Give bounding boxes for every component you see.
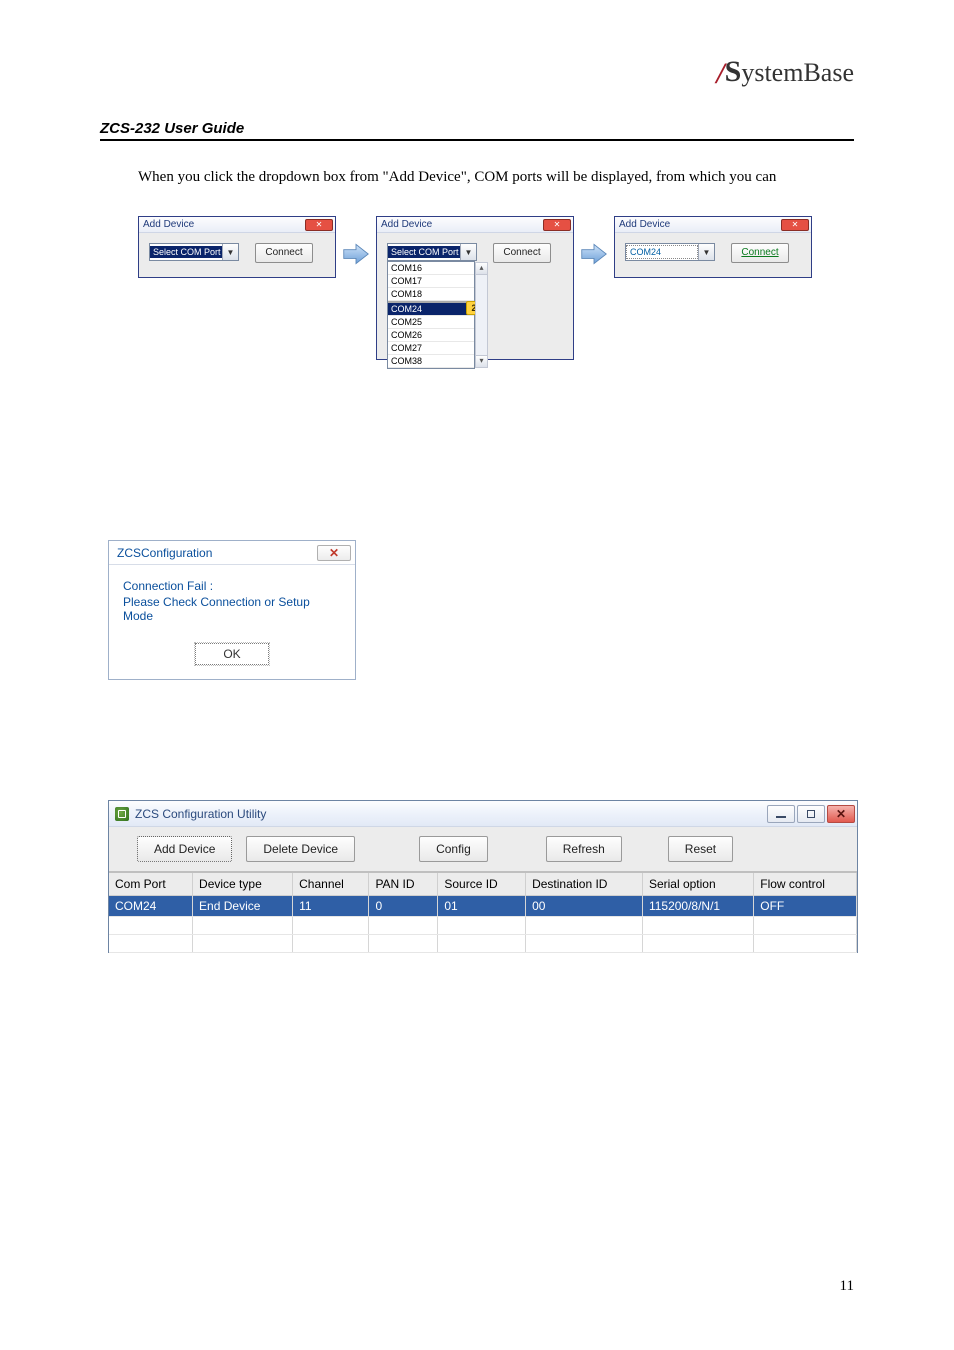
col-pan-id[interactable]: PAN ID (369, 873, 438, 896)
col-device-type[interactable]: Device type (193, 873, 293, 896)
col-channel[interactable]: Channel (293, 873, 369, 896)
table-row[interactable] (109, 935, 857, 953)
combo-selected: Select COM Port (388, 246, 460, 258)
connect-button[interactable]: Connect (493, 243, 551, 263)
cell-source-id: 01 (438, 896, 526, 917)
document-heading: ZCS-232 User Guide (100, 120, 854, 141)
chevron-down-icon[interactable]: ▼ (698, 244, 714, 260)
add-device-button[interactable]: Add Device (137, 836, 232, 862)
window-title: ZCS Configuration Utility (135, 807, 266, 821)
arrow-right-icon (580, 240, 608, 268)
page-number: 11 (840, 1278, 854, 1295)
connect-button[interactable]: Connect (255, 243, 313, 263)
maximize-icon[interactable] (797, 805, 825, 823)
list-item[interactable]: COM17 (388, 275, 474, 288)
chevron-down-icon[interactable]: ▼ (460, 244, 476, 260)
window-titlebar: ZCS Configuration Utility ✕ (109, 801, 857, 827)
com-port-listbox[interactable]: COM16 COM17 COM18 COM24 2 COM25 COM26 CO… (387, 261, 475, 369)
col-destination-id[interactable]: Destination ID (526, 873, 643, 896)
list-item[interactable]: COM16 (388, 262, 474, 275)
cell-com-port: COM24 (109, 896, 193, 917)
app-icon (115, 807, 129, 821)
close-icon[interactable]: ✕ (781, 219, 809, 231)
combo-selected: COM24 (626, 245, 698, 259)
connection-fail-alert: ZCSConfiguration ✕ Connection Fail : Ple… (108, 540, 356, 680)
close-icon[interactable]: ✕ (317, 545, 351, 561)
device-table: Com Port Device type Channel PAN ID Sour… (109, 873, 857, 953)
brand-logo: /SystemBase (716, 55, 854, 91)
cell-destination-id: 00 (526, 896, 643, 917)
add-device-sequence: Add Device ✕ Select COM Port ▼ Connect A… (138, 216, 854, 360)
dialog-title: Add Device (381, 219, 432, 230)
cell-device-type: End Device (193, 896, 293, 917)
ok-button[interactable]: OK (195, 643, 269, 665)
alert-title-text: ZCSConfiguration (117, 546, 212, 560)
minimize-icon[interactable] (767, 805, 795, 823)
table-row[interactable]: COM24 End Device 11 0 01 00 115200/8/N/1… (109, 896, 857, 917)
cell-channel: 11 (293, 896, 369, 917)
dialog-title: Add Device (619, 219, 670, 230)
refresh-button[interactable]: Refresh (546, 836, 622, 862)
add-device-dialog-1: Add Device ✕ Select COM Port ▼ Connect (138, 216, 336, 278)
col-com-port[interactable]: Com Port (109, 873, 193, 896)
list-item[interactable]: COM26 (388, 329, 474, 342)
add-device-dialog-2: Add Device ✕ Select COM Port ▼ Connect C… (376, 216, 574, 360)
toolbar: Add Device Delete Device Config Refresh … (109, 827, 857, 873)
com-port-combo[interactable]: COM24 ▼ (625, 243, 715, 261)
alert-line-2: Please Check Connection or Setup Mode (123, 595, 341, 623)
zcs-config-utility-window: ZCS Configuration Utility ✕ Add Device D… (108, 800, 858, 953)
scroll-up-icon[interactable]: ▴ (476, 263, 487, 275)
connect-button[interactable]: Connect (731, 243, 789, 263)
add-device-dialog-3: Add Device ✕ COM24 ▼ Connect (614, 216, 812, 278)
dialog-title: Add Device (143, 219, 194, 230)
list-item[interactable]: COM38 (388, 355, 474, 368)
combo-selected: Select COM Port (150, 246, 222, 258)
add-device-dialog-2-wrap: Add Device ✕ Select COM Port ▼ Connect C… (376, 216, 574, 360)
list-item[interactable]: COM27 (388, 342, 474, 355)
chevron-down-icon[interactable]: ▼ (222, 244, 238, 260)
col-flow-control[interactable]: Flow control (754, 873, 857, 896)
list-item-selected[interactable]: COM24 2 (388, 301, 474, 316)
cell-serial-option: 115200/8/N/1 (642, 896, 753, 917)
col-serial-option[interactable]: Serial option (642, 873, 753, 896)
scroll-down-icon[interactable]: ▾ (476, 355, 487, 367)
com-port-combo[interactable]: Select COM Port ▼ (149, 243, 239, 261)
cell-flow-control: OFF (754, 896, 857, 917)
close-icon[interactable]: ✕ (543, 219, 571, 231)
col-source-id[interactable]: Source ID (438, 873, 526, 896)
cell-pan-id: 0 (369, 896, 438, 917)
list-item[interactable]: COM18 (388, 288, 474, 301)
alert-line-1: Connection Fail : (123, 579, 341, 593)
config-button[interactable]: Config (419, 836, 488, 862)
arrow-right-icon (342, 240, 370, 268)
body-paragraph: When you click the dropdown box from "Ad… (138, 169, 854, 186)
close-icon[interactable]: ✕ (305, 219, 333, 231)
listbox-scrollbar[interactable]: ▴ ▾ (475, 262, 488, 368)
com-port-combo[interactable]: Select COM Port ▼ (387, 243, 477, 261)
close-icon[interactable]: ✕ (827, 805, 855, 823)
table-row[interactable] (109, 917, 857, 935)
list-item[interactable]: COM25 (388, 316, 474, 329)
reset-button[interactable]: Reset (668, 836, 733, 862)
logo-slash-icon: / (716, 57, 724, 90)
delete-device-button[interactable]: Delete Device (246, 836, 355, 862)
